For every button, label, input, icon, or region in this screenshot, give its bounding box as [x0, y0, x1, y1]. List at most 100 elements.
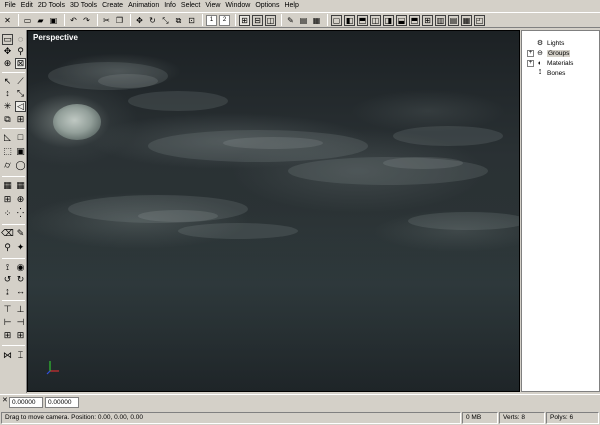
- layout-three-left-icon[interactable]: ◫: [370, 14, 381, 26]
- wireframe-icon[interactable]: ◫: [265, 14, 276, 26]
- menu-help[interactable]: Help: [282, 0, 301, 12]
- layout-split-horizontal-icon[interactable]: ⬒: [357, 14, 368, 26]
- menu-animation[interactable]: Animation: [126, 0, 162, 12]
- scale-tool-icon[interactable]: ⤡: [15, 88, 26, 99]
- snap-grid-icon[interactable]: ⊞: [239, 14, 250, 26]
- layout-three-right-icon[interactable]: ◨: [383, 14, 394, 26]
- link-icon[interactable]: ⟋: [15, 76, 26, 87]
- expand-plus-icon[interactable]: +: [527, 49, 534, 57]
- align-right-icon[interactable]: ⊣: [15, 317, 26, 328]
- vertices-icon[interactable]: ⁘: [2, 208, 13, 219]
- align-bottom-icon[interactable]: ⊥: [15, 304, 26, 315]
- light-pin-icon[interactable]: ✦: [15, 242, 26, 253]
- distribute-icon[interactable]: ⊞: [2, 330, 13, 341]
- layout-grid-icon[interactable]: ▦: [461, 14, 472, 26]
- arrow-select-icon[interactable]: ↖: [2, 76, 13, 87]
- layout-split-vertical-icon[interactable]: ◧: [344, 14, 355, 26]
- undo-icon[interactable]: ↶: [68, 15, 79, 26]
- rotate-right-icon[interactable]: ↻: [15, 274, 26, 285]
- star-icon[interactable]: ✳: [2, 101, 13, 112]
- redo-icon[interactable]: ↷: [81, 15, 92, 26]
- viewport-1-button[interactable]: 1: [206, 14, 217, 26]
- menu-window[interactable]: Window: [223, 0, 253, 12]
- menu-edit[interactable]: Edit: [18, 0, 35, 12]
- tree-item-lights[interactable]: ⚙ Lights: [536, 38, 565, 48]
- align-top-icon[interactable]: ⊤: [2, 304, 13, 315]
- coordinate-field-2[interactable]: [45, 397, 79, 408]
- cylinder-icon[interactable]: ⌭: [2, 160, 13, 171]
- zoom-icon[interactable]: ⚲: [15, 46, 26, 57]
- zoom-region-icon[interactable]: ⊕: [2, 58, 13, 69]
- light-bulb-icon: ⚙: [536, 40, 544, 47]
- copy-icon[interactable]: ❐: [114, 15, 125, 26]
- menu-2d-tools[interactable]: 2D Tools: [35, 0, 67, 12]
- tree-item-bones[interactable]: ⟟ Bones: [536, 68, 566, 78]
- scene-tree-panel: ⚙ Lights + ⊖ Groups + ◐ Materials ⟟ Bone…: [521, 30, 600, 392]
- pin-icon[interactable]: ⚲: [2, 242, 13, 253]
- rotate-left-icon[interactable]: ↺: [2, 274, 13, 285]
- pencil-icon[interactable]: ✎: [15, 228, 26, 239]
- snap-vertex-icon[interactable]: ⊟: [252, 14, 263, 26]
- layout-rows-icon[interactable]: ▤: [448, 14, 459, 26]
- stretch-vertical-icon[interactable]: ↨: [2, 286, 13, 297]
- eraser-icon[interactable]: ⌫: [1, 228, 14, 239]
- grid-mesh-2-icon[interactable]: ▦: [15, 180, 26, 191]
- menu-select[interactable]: Select: [178, 0, 202, 12]
- paint-icon[interactable]: ▤: [298, 15, 309, 26]
- pointer-icon[interactable]: ◁: [15, 101, 26, 112]
- tree-item-materials[interactable]: + ◐ Materials: [527, 58, 573, 68]
- perspective-viewport[interactable]: Perspective: [27, 30, 520, 392]
- layout-columns-icon[interactable]: ▥: [435, 14, 446, 26]
- rotate-icon[interactable]: ↻: [147, 15, 158, 26]
- mirror-y-icon[interactable]: ⌶: [15, 350, 26, 361]
- coordinate-field-1[interactable]: [9, 397, 43, 408]
- zoom-extents-icon[interactable]: ⊠: [15, 58, 26, 69]
- grid-mesh-icon[interactable]: ▦: [2, 180, 13, 191]
- plane-icon[interactable]: □: [15, 132, 26, 143]
- pan-icon[interactable]: ✥: [2, 46, 13, 57]
- layout-four-icon[interactable]: ⊞: [422, 14, 433, 26]
- distribute-2-icon[interactable]: ⊞: [15, 330, 26, 341]
- move-icon[interactable]: ✥: [134, 15, 145, 26]
- menu-info[interactable]: Info: [162, 0, 179, 12]
- camera-icon[interactable]: ◉: [15, 262, 26, 273]
- viewport-2-button[interactable]: 2: [219, 14, 230, 26]
- stretch-horizontal-icon[interactable]: ↔: [15, 286, 26, 297]
- texture-icon[interactable]: ▦: [311, 15, 322, 26]
- align-left-icon[interactable]: ⊢: [2, 317, 13, 328]
- grid-tool-icon[interactable]: ⊞: [15, 114, 26, 125]
- triangle-icon[interactable]: ◺: [2, 132, 13, 143]
- weld-icon[interactable]: ⊕: [15, 194, 26, 205]
- layout-three-top-icon[interactable]: ⬓: [396, 14, 407, 26]
- scale-icon[interactable]: ⤡: [160, 15, 171, 26]
- layout-three-bottom-icon[interactable]: ⬒: [409, 14, 420, 26]
- duplicate-icon[interactable]: ⧉: [2, 114, 13, 125]
- cube-icon[interactable]: ▣: [15, 146, 26, 157]
- edges-icon[interactable]: ⁛: [15, 208, 26, 219]
- box-icon[interactable]: ⬚: [2, 146, 13, 157]
- cut-icon[interactable]: ✂: [101, 15, 112, 26]
- layout-single-icon[interactable]: ▢: [331, 14, 342, 26]
- close-icon[interactable]: ✕: [2, 15, 13, 26]
- menu-file[interactable]: File: [2, 0, 18, 12]
- expand-plus-icon[interactable]: +: [527, 59, 534, 67]
- bone-icon[interactable]: ⟟: [2, 262, 13, 273]
- menu-view[interactable]: View: [203, 0, 223, 12]
- new-file-icon[interactable]: ▭: [22, 15, 33, 26]
- menu-options[interactable]: Options: [253, 0, 282, 12]
- ungroup-icon[interactable]: ⊡: [186, 15, 197, 26]
- mirror-x-icon[interactable]: ⋈: [2, 350, 13, 361]
- group-icon[interactable]: ⧉: [173, 15, 184, 26]
- sphere-icon[interactable]: ◯: [15, 160, 26, 171]
- open-folder-icon[interactable]: ▰: [35, 15, 46, 26]
- subdivide-icon[interactable]: ⊞: [2, 194, 13, 205]
- eyedropper-icon[interactable]: ✎: [285, 15, 296, 26]
- lasso-icon[interactable]: ◌: [15, 34, 26, 45]
- save-icon[interactable]: ▣: [48, 15, 59, 26]
- move-vertex-icon[interactable]: ↕: [2, 88, 13, 99]
- layout-custom-icon[interactable]: ◰: [474, 14, 485, 26]
- tree-item-groups[interactable]: + ⊖ Groups: [527, 48, 571, 58]
- menu-create[interactable]: Create: [100, 0, 126, 12]
- menu-3d-tools[interactable]: 3D Tools: [67, 0, 99, 12]
- select-rect-icon[interactable]: ▭: [2, 34, 13, 45]
